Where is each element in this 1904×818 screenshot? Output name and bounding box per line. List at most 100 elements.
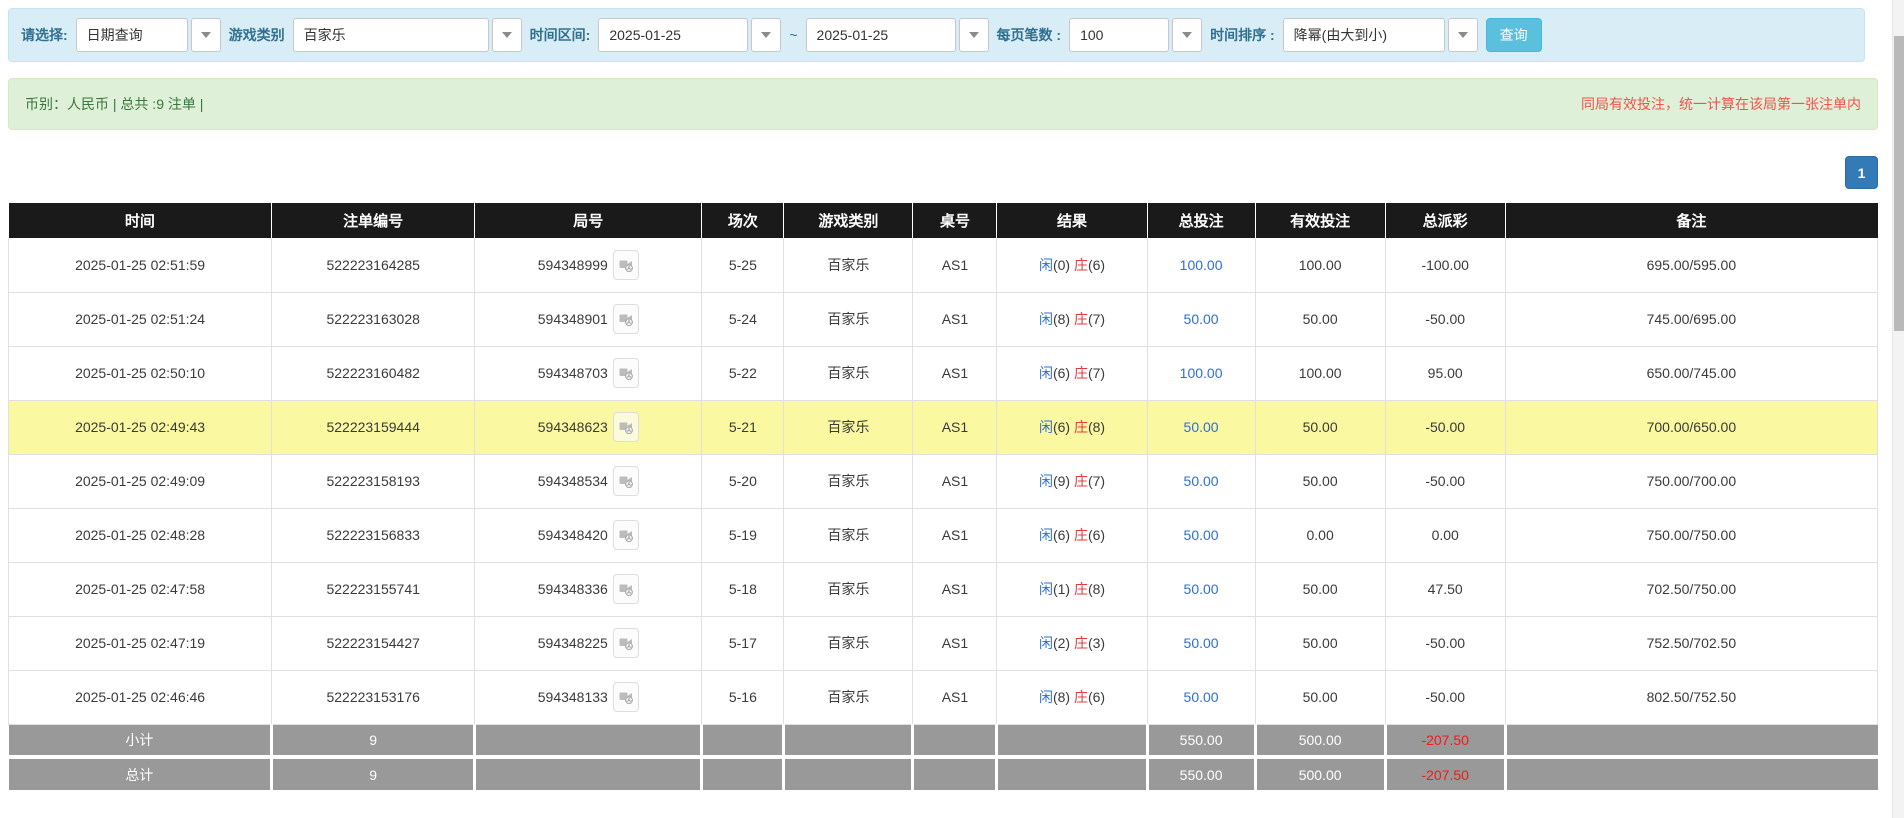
valid-bet-cell: 50.00 (1255, 292, 1386, 347)
valid-bet-cell: 50.00 (1255, 562, 1386, 617)
total-bet-cell: 50.00 (1147, 454, 1256, 509)
time-cell: 2025-01-25 02:47:58 (7, 562, 273, 617)
video-icon (619, 368, 633, 381)
result-cell: 闲(8) 庄(7) (996, 292, 1148, 347)
subtotal-row: 小计 9 550.00 500.00 -207.50 (8, 724, 1878, 757)
date-to-select[interactable]: 2025-01-25 (805, 18, 989, 52)
scrollbar-thumb[interactable] (1894, 36, 1904, 331)
time-cell: 2025-01-25 02:51:59 (7, 238, 273, 293)
result-cell: 闲(1) 庄(8) (996, 562, 1148, 617)
query-type-select[interactable]: 日期查询 (75, 18, 221, 52)
date-from-select[interactable]: 2025-01-25 (598, 18, 782, 52)
game-category-dropdown-button[interactable] (491, 18, 522, 52)
bet-id-cell: 522223156833 (271, 508, 476, 563)
game-category-select[interactable]: 百家乐 (292, 18, 522, 52)
session-cell: 5-20 (701, 454, 785, 509)
banker-result: 庄 (1073, 527, 1088, 543)
bet-id-cell: 522223164285 (271, 238, 476, 293)
page-size-dropdown-button[interactable] (1172, 18, 1203, 52)
remark-cell: 802.50/752.50 (1505, 670, 1879, 725)
query-type-value[interactable]: 日期查询 (75, 18, 188, 52)
banker-score: (6) (1087, 689, 1106, 705)
bet-id-cell: 522223159444 (271, 400, 476, 455)
total-bet-link[interactable]: 50.00 (1184, 527, 1219, 543)
video-replay-button[interactable] (612, 304, 639, 334)
game-category-value[interactable]: 百家乐 (292, 18, 489, 52)
total-bet-link[interactable]: 50.00 (1184, 581, 1219, 597)
session-cell: 5-16 (701, 670, 785, 725)
header-valid-bet: 有效投注 (1255, 203, 1386, 238)
range-separator: ~ (789, 27, 798, 43)
banker-result: 庄 (1073, 256, 1088, 273)
video-replay-button[interactable] (612, 412, 639, 442)
video-icon (619, 530, 633, 543)
date-from-value[interactable]: 2025-01-25 (598, 18, 749, 52)
time-sort-dropdown-button[interactable] (1447, 18, 1478, 52)
summary-empty-cell (996, 755, 1149, 790)
round-id-value: 594348534 (537, 473, 608, 489)
video-replay-button[interactable] (612, 628, 639, 658)
page-size-value[interactable]: 100 (1069, 18, 1170, 52)
game-category-cell: 百家乐 (783, 562, 914, 617)
total-bet-link[interactable]: 50.00 (1184, 635, 1219, 651)
time-sort-value[interactable]: 降幂(由大到小) (1282, 18, 1445, 52)
total-valid-bet: 500.00 (1255, 755, 1387, 790)
banker-result: 庄 (1073, 473, 1088, 489)
total-total-bet: 550.00 (1147, 755, 1257, 790)
header-table-no: 桌号 (912, 203, 998, 238)
pagination: 1 (1845, 156, 1878, 189)
total-row: 总计 9 550.00 500.00 -207.50 (8, 755, 1878, 790)
round-id-cell: 594348703 (474, 346, 703, 401)
video-replay-button[interactable] (612, 466, 639, 496)
table-row: 2025-01-25 02:46:46 522223153176 5943481… (7, 670, 1879, 725)
total-bet-link[interactable]: 50.00 (1184, 473, 1219, 489)
page-button-1[interactable]: 1 (1845, 156, 1878, 189)
chevron-down-icon (968, 32, 979, 38)
subtotal-total-bet: 550.00 (1147, 724, 1257, 757)
total-bet-cell: 50.00 (1147, 400, 1256, 455)
video-replay-button[interactable] (612, 682, 639, 712)
player-result: 闲 (1038, 419, 1053, 435)
header-total-bet: 总投注 (1147, 203, 1256, 238)
page-size-label: 每页笔数 : (996, 27, 1062, 43)
video-replay-button[interactable] (612, 358, 639, 388)
total-bet-link[interactable]: 50.00 (1184, 689, 1219, 705)
session-cell: 5-25 (701, 238, 785, 293)
video-replay-button[interactable] (612, 574, 639, 604)
vertical-scrollbar[interactable] (1892, 0, 1904, 818)
game-category-cell: 百家乐 (783, 238, 914, 293)
time-sort-label: 时间排序 : (1210, 27, 1275, 43)
total-bet-cell: 100.00 (1147, 238, 1256, 293)
total-bet-link[interactable]: 100.00 (1180, 365, 1223, 381)
remark-cell: 695.00/595.00 (1505, 238, 1879, 293)
video-replay-button[interactable] (612, 520, 639, 550)
total-payout-cell: -100.00 (1385, 238, 1506, 293)
header-time: 时间 (8, 203, 273, 238)
date-from-dropdown-button[interactable] (751, 18, 782, 52)
date-to-value[interactable]: 2025-01-25 (805, 18, 956, 52)
video-icon (619, 422, 633, 435)
table-no-cell: AS1 (912, 670, 998, 725)
total-total-payout: -207.50 (1385, 755, 1507, 790)
banker-result: 庄 (1073, 311, 1088, 327)
total-bet-link[interactable]: 50.00 (1184, 419, 1219, 435)
round-id-cell: 594348534 (474, 454, 703, 509)
total-bet-link[interactable]: 100.00 (1180, 257, 1223, 273)
round-id-cell: 594348999 (474, 238, 703, 293)
bet-id-cell: 522223163028 (271, 292, 476, 347)
page-size-select[interactable]: 100 (1069, 18, 1203, 52)
query-type-dropdown-button[interactable] (190, 18, 221, 52)
total-bet-link[interactable]: 50.00 (1184, 311, 1219, 327)
time-sort-select[interactable]: 降幂(由大到小) (1282, 18, 1478, 52)
video-icon (619, 584, 633, 597)
valid-bet-cell: 50.00 (1255, 670, 1386, 725)
valid-bet-cell: 50.00 (1255, 454, 1386, 509)
summary-empty-cell (701, 724, 786, 757)
table-row: 2025-01-25 02:50:10 522223160482 5943487… (7, 346, 1879, 401)
query-button[interactable]: 查询 (1485, 18, 1542, 52)
video-replay-button[interactable] (612, 249, 639, 280)
table-row: 2025-01-25 02:49:09 522223158193 5943485… (7, 454, 1879, 509)
game-category-cell: 百家乐 (783, 454, 914, 509)
date-to-dropdown-button[interactable] (958, 18, 989, 52)
round-id-value: 594348623 (537, 419, 608, 435)
